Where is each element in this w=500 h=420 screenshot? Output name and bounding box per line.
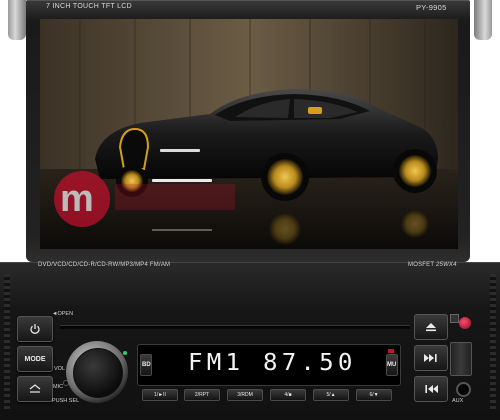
preset-button-4[interactable]: 4/■ [270,389,306,401]
svg-text:m: m [60,178,94,220]
preset-button-2[interactable]: 2/RPT [184,389,220,401]
vol-label: VOL [54,366,66,372]
screen-size-label: 7 INCH TOUCH TFT LCD [46,3,132,10]
preset-button-3[interactable]: 3/RDM [227,389,263,401]
mu-label: MU [387,362,397,368]
next-button[interactable] [414,345,448,371]
preset-button-6[interactable]: 6/▼ [356,389,392,401]
push-sel-label: PUSH SEL [52,398,80,404]
eject-icon [426,323,436,332]
car-photo: m [40,19,458,249]
card-slot[interactable] [450,342,472,376]
bd-label: BD [142,362,151,368]
power-rating-label: 25WX4 [436,262,457,268]
status-led [123,351,127,355]
mode-button[interactable]: MODE [17,346,53,372]
mic-label: MIC [53,384,64,390]
model-label: PY-9905 [416,3,447,12]
disc-slot[interactable] [60,325,410,329]
power-icon [30,324,40,334]
power-button[interactable] [17,316,53,342]
frequency-readout: FM1 87.50 [188,350,357,376]
aux-label: AUX [452,398,464,404]
release-button[interactable] [17,376,53,402]
mu-indicator [388,349,394,353]
touch-screen[interactable]: m [40,19,458,249]
skip-back-icon [425,385,438,393]
amp-label: MOSFET [408,262,435,268]
mounting-bracket-left [8,0,26,40]
mounting-bracket-right [474,0,492,40]
prev-button[interactable] [414,376,448,402]
release-icon [29,384,41,393]
ir-indicator [450,314,459,323]
skip-forward-icon [424,354,437,362]
preset-button-5[interactable]: 5/▲ [313,389,349,401]
preset-button-1[interactable]: 1/►II [142,389,178,401]
volume-knob-center[interactable] [73,348,123,398]
side-grille-right [490,274,496,412]
eject-button[interactable] [414,314,448,340]
ir-sensor [459,317,471,329]
open-label: ◄OPEN [52,311,74,317]
format-label: DVD/VCD/CD/CD-R/CD-RW/MP3/MP4 FM/AM [38,262,171,268]
aux-jack[interactable] [456,382,471,397]
side-grille-left [4,274,10,412]
